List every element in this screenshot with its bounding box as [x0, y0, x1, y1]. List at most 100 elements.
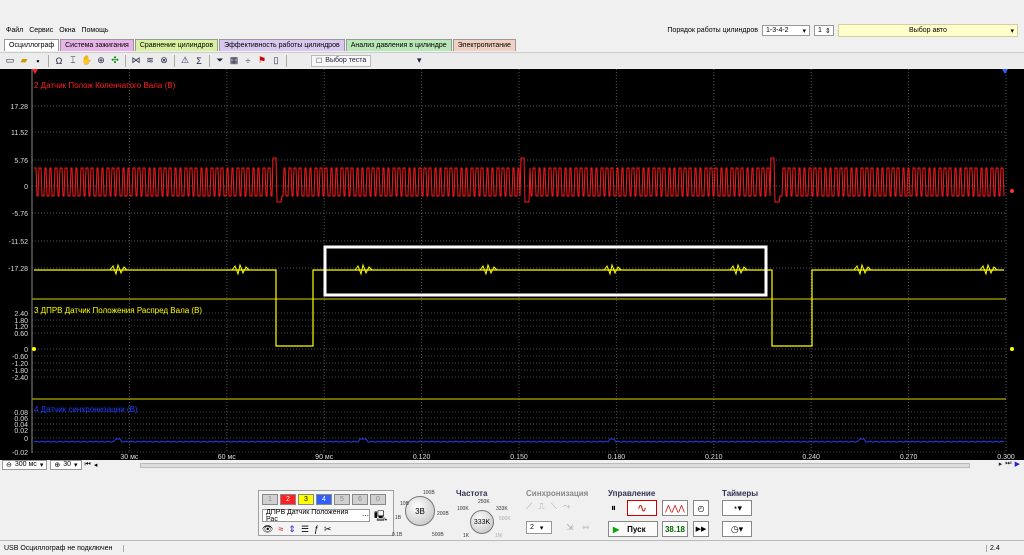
timebase-value: 300 мс: [14, 461, 37, 468]
freq-label: 1K: [463, 533, 470, 539]
channel-tools: 👁 ≈ ⇕ ☰ ƒ ✂: [262, 524, 332, 535]
grid-icon[interactable]: ▦: [228, 55, 240, 67]
sync-step-icon[interactable]: ⎍: [538, 501, 544, 512]
tab-pressure[interactable]: Анализ давления в цилиндре: [345, 39, 452, 51]
page-icon[interactable]: ▯: [270, 55, 282, 67]
waveform-canvas[interactable]: 17.2811.525.760-5.76-11.52-17.282.401.80…: [0, 69, 1024, 460]
zoom-select[interactable]: ⊕ 30 ▾: [50, 460, 82, 470]
sine-button[interactable]: ∿: [627, 500, 657, 516]
sync-rise-icon[interactable]: ⟋: [526, 501, 532, 512]
wave-mode-button[interactable]: ⋀⋀⋀: [662, 500, 688, 516]
filter-icon[interactable]: ✣: [109, 55, 121, 67]
cylinder-controls: Порядок работы цилиндров 1-3-4-2 ▾ 1 ⇕ В…: [667, 24, 1018, 37]
tab-cylinder-compare[interactable]: Сравнение цилиндров: [134, 39, 219, 51]
toolbar-separator: [174, 54, 175, 67]
headphones-icon[interactable]: Ω: [53, 55, 65, 67]
measure-icon[interactable]: ⋈: [130, 55, 142, 67]
channel-select[interactable]: ДПРВ Датчик Положения Рас ⋯: [262, 508, 370, 523]
sync-fall-icon[interactable]: ⟍: [551, 501, 557, 512]
scissors-icon[interactable]: ✂: [324, 524, 332, 535]
channel-button-5[interactable]: 5: [334, 494, 350, 505]
chevron-down-icon: ▾: [74, 462, 78, 469]
ch3-tick-label: 2.40: [14, 311, 28, 318]
eye-icon[interactable]: 👁: [262, 524, 273, 535]
tab-ignition[interactable]: Система зажигания: [60, 39, 134, 51]
channel-button-1[interactable]: 1: [262, 494, 278, 505]
volt-label: 10В: [400, 501, 409, 507]
menu-service[interactable]: Сервис: [29, 27, 53, 34]
marker-icon[interactable]: ⚑: [256, 55, 268, 67]
move-icon[interactable]: ⇕: [288, 524, 296, 535]
auto-icon[interactable]: ▶▶: [693, 521, 709, 537]
function-icon[interactable]: ƒ: [314, 524, 319, 535]
chart-icon[interactable]: ⊗: [158, 55, 170, 67]
toolbar-separator: [125, 54, 126, 67]
timer-button[interactable]: ◔▾: [722, 500, 752, 516]
seek-end-icon[interactable]: ⏭: [1005, 460, 1011, 468]
test-select-button[interactable]: ☐ Выбор теста: [311, 54, 372, 67]
toolbar: ▭ ▰ ▪ Ω ⌶ ✋ ⊕ ✣ ⋈ ≋ ⊗ ⚠ Σ ⏷ ▦ ÷ ⚑ ▯ ☐ Вы…: [0, 52, 1024, 68]
monitor-icon[interactable]: 🖳: [374, 509, 387, 526]
tab-power[interactable]: Электропитание: [452, 39, 516, 51]
sigma-icon[interactable]: Σ: [193, 55, 205, 67]
divide-icon[interactable]: ÷: [242, 55, 254, 67]
channel-button-3[interactable]: 3: [298, 494, 314, 505]
waveform-icon[interactable]: ≈: [278, 524, 283, 535]
status-bar: USB Осциллограф не подключен 2.4: [0, 540, 1024, 555]
cursor-icon[interactable]: ⌶: [67, 55, 79, 67]
new-file-icon[interactable]: ▭: [4, 55, 16, 67]
freq-label: 100K: [457, 506, 469, 512]
channel-button-4[interactable]: 4: [316, 494, 332, 505]
play-icon[interactable]: ▶: [1015, 460, 1020, 468]
menu-help[interactable]: Помощь: [81, 27, 108, 34]
chevron-down-icon: ▾: [802, 27, 806, 35]
open-folder-icon[interactable]: ▰: [18, 55, 30, 67]
cyl-number-spinner[interactable]: 1 ⇕: [814, 25, 834, 36]
freq-knob[interactable]: 333K: [470, 510, 494, 534]
pause-icon[interactable]: ⏸: [611, 503, 616, 514]
auto-select[interactable]: Выбор авто ▾: [838, 24, 1018, 37]
start-button[interactable]: ▶ Пуск: [608, 521, 658, 537]
ch2-tick-label: -5.76: [12, 211, 28, 218]
seek-forward-icon[interactable]: ▸: [999, 460, 1003, 468]
end-marker: [1002, 69, 1008, 74]
seek-start-icon[interactable]: ⏮: [85, 461, 91, 469]
channel-panel: 1234560 ДПРВ Датчик Положения Рас ⋯ 🖳 👁 …: [258, 490, 394, 536]
oscilloscope-display[interactable]: 17.28 11.52 5.76 0 -5.76 -11.52 -17.28 2.40 1.80…: [0, 69, 1024, 460]
cyl-order-label: Порядок работы цилиндров: [667, 27, 758, 34]
scrollbar-track[interactable]: [140, 463, 970, 468]
channel-button-6[interactable]: 6: [352, 494, 368, 505]
funnel-icon[interactable]: ⏷: [214, 55, 226, 67]
channel-select-value: ДПРВ Датчик Положения Рас: [266, 508, 349, 523]
sync-auto-icon[interactable]: ⤳: [563, 501, 570, 512]
channel-button-0[interactable]: 0: [370, 494, 386, 505]
ch3-level-marker: [32, 347, 36, 351]
timer-settings-button[interactable]: ◷▾: [722, 521, 752, 537]
tab-cylinder-efficiency[interactable]: Эффективность работы цилиндров: [219, 39, 345, 51]
freq-label: 1M: [495, 533, 502, 539]
sync-level-icon[interactable]: ⇲: [566, 522, 574, 533]
channel-button-2[interactable]: 2: [280, 494, 296, 505]
sync-title: Синхронизация: [526, 489, 589, 498]
save-icon[interactable]: ▪: [32, 55, 44, 67]
warning-icon[interactable]: ⚠: [179, 55, 191, 67]
seek-back-icon[interactable]: ◂: [94, 461, 98, 469]
tab-oscilloscope[interactable]: Осциллограф: [4, 39, 60, 51]
menu-file[interactable]: Файл: [6, 27, 23, 34]
cyl-order-select[interactable]: 1-3-4-2 ▾: [762, 25, 810, 36]
volt-knob[interactable]: 3В: [405, 496, 435, 526]
hand-icon[interactable]: ✋: [81, 55, 93, 67]
sync-channel-select[interactable]: 2 ▾: [526, 521, 552, 534]
gauge-icon[interactable]: ◴: [693, 500, 709, 516]
volt-label: 500В: [432, 532, 444, 538]
ch4-tick-label: -0.02: [12, 450, 28, 457]
chevron-down-icon[interactable]: ▾: [413, 55, 425, 67]
ch4-tick-label: 0: [24, 436, 28, 443]
sync-move-icon[interactable]: ⇿: [582, 522, 590, 533]
zoom-icon[interactable]: ⊕: [95, 55, 107, 67]
timebase-select[interactable]: ⊖ 300 мс ▾: [2, 460, 48, 470]
lines-icon[interactable]: ☰: [301, 524, 309, 535]
waves-icon[interactable]: ≋: [144, 55, 156, 67]
freq-title: Частота: [456, 489, 488, 498]
menu-windows[interactable]: Окна: [59, 27, 75, 34]
